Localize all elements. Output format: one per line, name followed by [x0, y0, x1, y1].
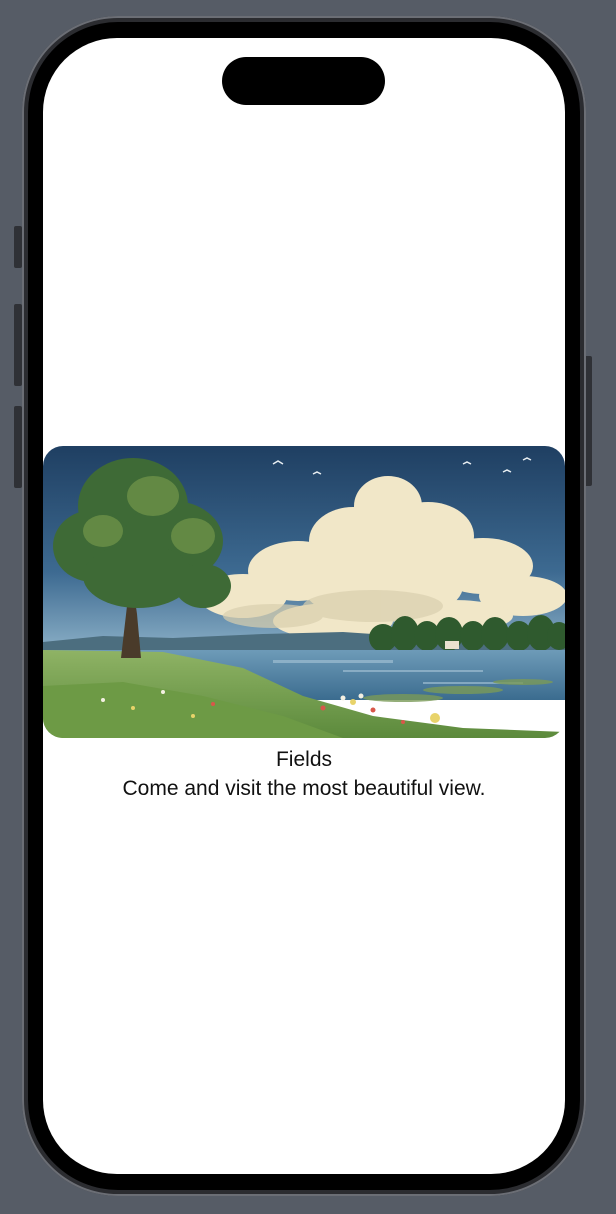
action-button[interactable]: [14, 226, 22, 268]
card-title: Fields: [275, 748, 333, 771]
simulator-background: Fields Come and visit the most beautiful…: [0, 0, 616, 1214]
dynamic-island: [222, 57, 385, 105]
landscape-image: [43, 446, 565, 738]
phone-screen: Fields Come and visit the most beautiful…: [43, 38, 565, 1174]
volume-up-button[interactable]: [14, 304, 22, 386]
volume-down-button[interactable]: [14, 406, 22, 488]
card-subtitle: Come and visit the most beautiful view.: [122, 777, 486, 800]
